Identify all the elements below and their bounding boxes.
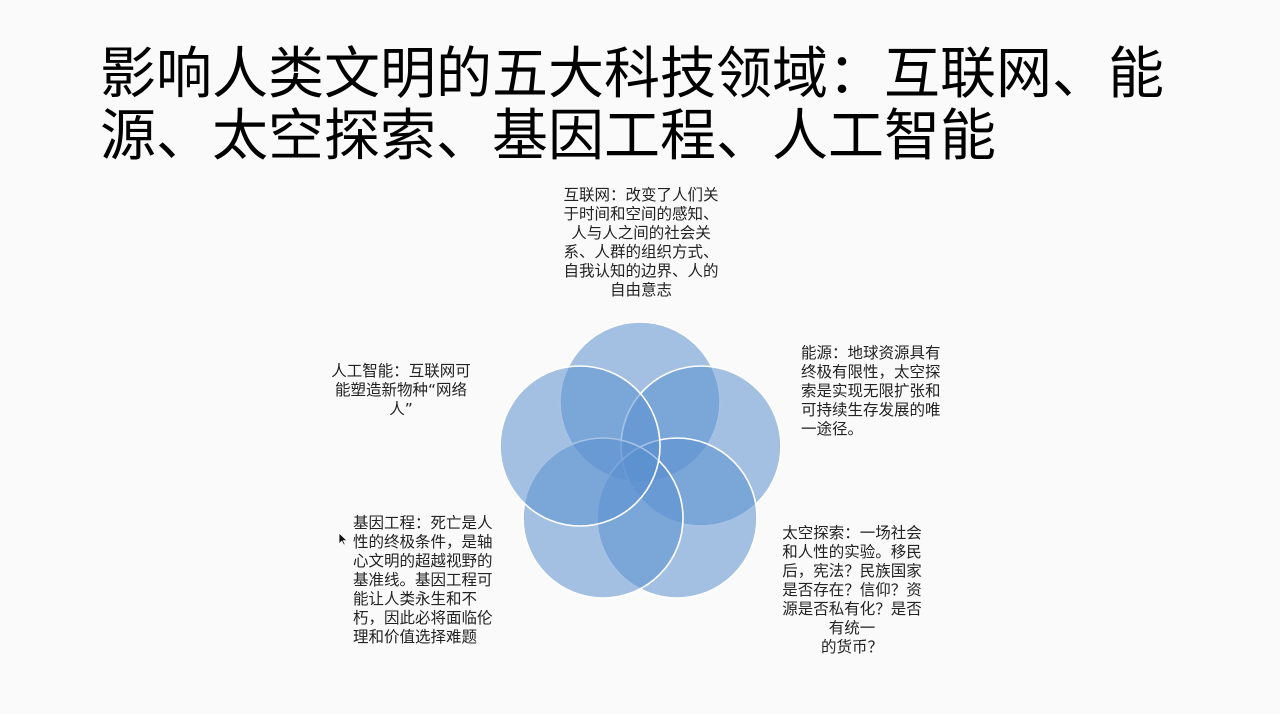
label-energy: 能源：地球资源具有终极有限性，太空探索是实现无限扩张和可持续生存发展的唯一途径。 xyxy=(801,344,941,438)
label-gene: 基因工程：死亡是人性的终极条件，是轴心文明的超越视野的基准线。基因工程可能让人类… xyxy=(353,514,493,646)
label-space: 太空探索：一场社会和人性的实验。移民后，宪法？民族国家是否存在？信仰？资源是否私… xyxy=(776,524,928,657)
venn-circle-ai xyxy=(499,365,661,527)
label-ai: 人工智能：互联网可能塑造新物种“网络人” xyxy=(331,362,471,418)
label-space-text: 太空探索：一场社会和人性的实验。移民后，宪法？民族国家是否存在？信仰？资源是否私… xyxy=(782,524,922,637)
venn-diagram xyxy=(499,321,782,599)
label-space-last-line: 的货币？ xyxy=(820,638,883,656)
label-internet: 互联网：改变了人们关于时间和空间的感知、人与人之间的社会关系、人群的组织方式、自… xyxy=(563,186,719,299)
mouse-cursor-icon xyxy=(338,532,348,546)
